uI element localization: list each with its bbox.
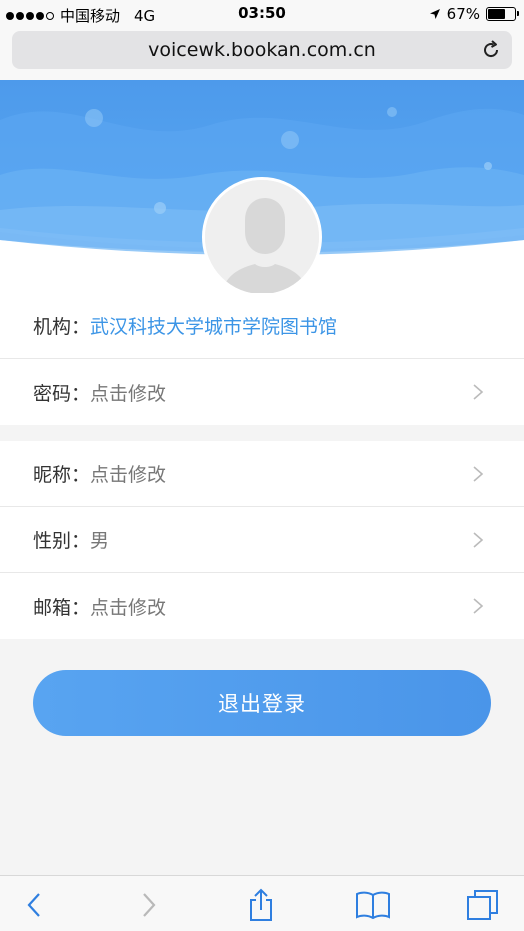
address-bar[interactable]: voicewk.bookan.com.cn: [12, 31, 512, 69]
back-icon: [27, 893, 40, 917]
row-label: 密码：: [33, 382, 91, 405]
info-group-organization: 机构： 武汉科技大学城市学院图书馆 密码： 点击修改: [0, 293, 524, 425]
share-icon: [250, 888, 272, 921]
back-button[interactable]: [16, 888, 52, 922]
row-organization: 机构： 武汉科技大学城市学院图书馆: [0, 293, 524, 359]
chevron-right-icon: [473, 384, 484, 400]
reload-icon[interactable]: [480, 39, 502, 61]
row-email[interactable]: 邮箱： 点击修改: [0, 573, 524, 639]
bookmarks-icon: [356, 891, 390, 920]
chevron-right-icon: [473, 532, 484, 548]
url-text: voicewk.bookan.com.cn: [148, 39, 376, 61]
logout-button[interactable]: 退出登录: [33, 670, 491, 736]
chevron-right-icon: [473, 598, 484, 614]
battery-percent: 67%: [446, 5, 480, 23]
row-value: 点击修改: [90, 382, 167, 405]
bookmarks-button[interactable]: [355, 888, 391, 922]
row-value: 点击修改: [90, 596, 167, 619]
avatar[interactable]: [202, 177, 322, 297]
battery-icon: [486, 7, 519, 21]
row-password[interactable]: 密码： 点击修改: [0, 359, 524, 425]
row-nickname[interactable]: 昵称： 点击修改: [0, 441, 524, 507]
row-label: 机构：: [33, 316, 91, 338]
browser-address-area: voicewk.bookan.com.cn: [0, 28, 524, 80]
share-button[interactable]: [243, 888, 279, 922]
browser-toolbar: [0, 875, 524, 931]
organization-value[interactable]: 武汉科技大学城市学院图书馆: [90, 312, 337, 339]
row-label: 昵称：: [33, 464, 91, 486]
row-gender[interactable]: 性别： 男: [0, 507, 524, 573]
row-value: 男: [90, 530, 110, 552]
forward-button[interactable]: [131, 888, 167, 922]
tabs-icon: [467, 890, 498, 920]
location-arrow-icon: [429, 9, 440, 19]
tabs-button[interactable]: [465, 888, 501, 922]
row-value: 点击修改: [90, 464, 167, 486]
info-group-profile: 昵称： 点击修改 性别： 男 邮箱： 点击修改: [0, 441, 524, 639]
status-bar: 中国移动 4G 03:50 67%: [0, 0, 524, 28]
battery-fill: [488, 9, 506, 19]
row-label: 性别：: [33, 530, 91, 552]
row-label: 邮箱：: [33, 596, 91, 619]
status-right: 67%: [429, 5, 519, 23]
chevron-right-icon: [473, 466, 484, 482]
forward-icon: [143, 893, 156, 917]
